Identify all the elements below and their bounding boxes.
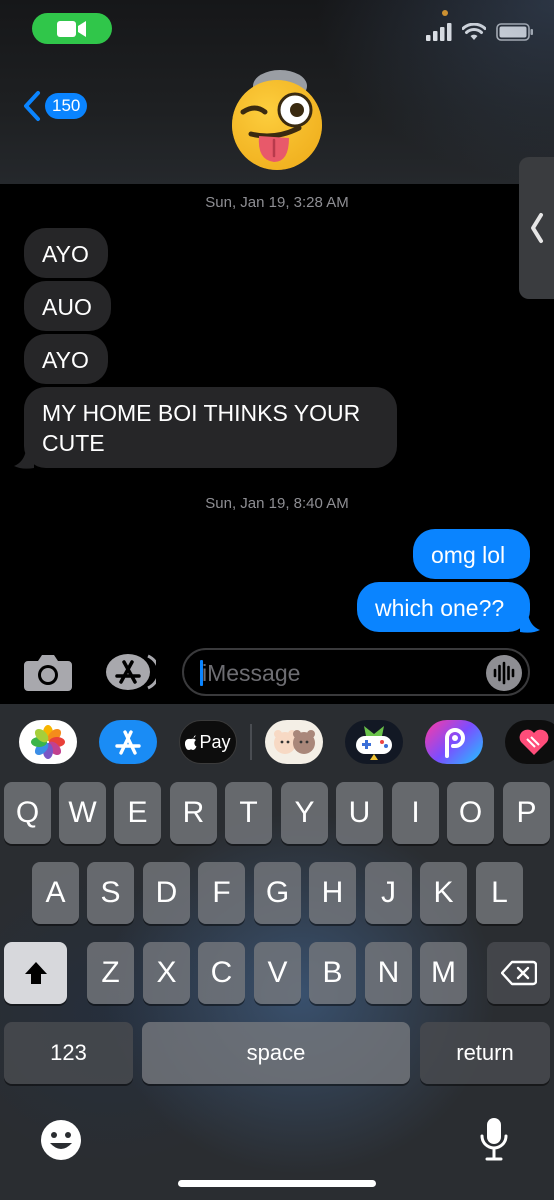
key-t[interactable]: T — [225, 782, 272, 844]
chevron-left-icon — [530, 213, 543, 243]
game-controller-icon — [356, 726, 392, 760]
cellular-signal-icon — [426, 23, 452, 41]
emoji-keyboard-icon[interactable] — [40, 1119, 82, 1161]
picsart-app-button[interactable] — [425, 720, 483, 764]
key-e[interactable]: E — [114, 782, 161, 844]
incoming-message-bubble[interactable]: AUO — [24, 281, 111, 331]
key-d[interactable]: D — [143, 862, 190, 924]
apple-logo-icon — [185, 734, 197, 750]
app-store-icon — [115, 730, 141, 755]
space-key[interactable]: space — [142, 1022, 410, 1084]
incoming-message-bubble[interactable]: MY HOME BOI THINKS YOUR CUTE — [24, 387, 397, 468]
message-input[interactable]: iMessage — [182, 648, 530, 696]
keyboard-area: Pay Q W E R T Y U I O P A S D F G H J K … — [0, 704, 554, 1200]
imessage-apps-drawer: Pay — [0, 704, 554, 780]
heart-icon — [519, 729, 549, 755]
outgoing-message-bubble[interactable]: omg lol — [413, 529, 530, 579]
message-tail — [14, 450, 34, 469]
photos-icon — [31, 725, 65, 759]
return-key[interactable]: return — [420, 1022, 550, 1084]
waveform-icon — [493, 661, 515, 685]
numbers-key[interactable]: 123 — [4, 1022, 133, 1084]
key-z[interactable]: Z — [87, 942, 134, 1004]
message-input-placeholder: iMessage — [202, 660, 301, 686]
app-store-button[interactable] — [104, 652, 156, 692]
conversation-header: 150 — [0, 0, 554, 184]
photos-app-button[interactable] — [19, 720, 77, 764]
status-icons — [426, 22, 534, 42]
video-camera-icon — [57, 20, 86, 37]
incoming-message-bubble[interactable]: AYO — [24, 334, 108, 384]
key-n[interactable]: N — [365, 942, 412, 1004]
back-button[interactable]: 150 — [22, 90, 88, 122]
chevron-left-icon — [24, 91, 40, 121]
winking-face-with-tongue-icon — [232, 70, 322, 170]
key-u[interactable]: U — [336, 782, 383, 844]
unread-count-badge: 150 — [45, 93, 88, 119]
hearts-sticker-button[interactable] — [505, 720, 554, 764]
key-j[interactable]: J — [365, 862, 412, 924]
picsart-icon — [445, 728, 465, 758]
key-s[interactable]: S — [87, 862, 134, 924]
key-l[interactable]: L — [476, 862, 523, 924]
key-r[interactable]: R — [170, 782, 217, 844]
key-b[interactable]: B — [309, 942, 356, 1004]
backspace-icon — [500, 960, 537, 986]
key-y[interactable]: Y — [281, 782, 328, 844]
key-g[interactable]: G — [254, 862, 301, 924]
message-timestamp: Sun, Jan 19, 8:40 AM — [205, 495, 349, 512]
outgoing-message-bubble[interactable]: which one?? — [357, 582, 530, 632]
key-p[interactable]: P — [503, 782, 550, 844]
delete-key[interactable] — [487, 942, 550, 1004]
sticker-pack-button[interactable] — [265, 720, 323, 764]
app-store-app-button[interactable] — [99, 720, 157, 764]
game-app-button[interactable] — [345, 720, 403, 764]
privacy-indicator-dot — [442, 10, 448, 16]
shift-key[interactable] — [4, 942, 67, 1004]
key-c[interactable]: C — [198, 942, 245, 1004]
key-x[interactable]: X — [143, 942, 190, 1004]
camera-icon[interactable] — [24, 653, 72, 691]
key-f[interactable]: F — [198, 862, 245, 924]
key-o[interactable]: O — [447, 782, 494, 844]
key-k[interactable]: K — [420, 862, 467, 924]
key-v[interactable]: V — [254, 942, 301, 1004]
audio-message-button[interactable] — [486, 655, 522, 691]
apple-pay-label: Pay — [199, 731, 231, 752]
key-a[interactable]: A — [32, 862, 79, 924]
dictation-mic-icon[interactable] — [480, 1116, 508, 1162]
key-w[interactable]: W — [59, 782, 106, 844]
key-h[interactable]: H — [309, 862, 356, 924]
side-panel-handle[interactable] — [519, 157, 554, 299]
incoming-message-bubble[interactable]: AYO — [24, 228, 108, 278]
apple-pay-app-button[interactable]: Pay — [179, 720, 237, 764]
key-m[interactable]: M — [420, 942, 467, 1004]
wifi-icon — [462, 23, 486, 40]
message-tail — [520, 614, 540, 633]
key-q[interactable]: Q — [4, 782, 51, 844]
apps-divider — [250, 724, 252, 760]
compose-bar: iMessage — [0, 640, 554, 704]
message-timestamp: Sun, Jan 19, 3:28 AM — [205, 194, 349, 211]
home-indicator[interactable] — [178, 1180, 376, 1187]
facetime-pill[interactable] — [32, 13, 112, 44]
contact-avatar[interactable] — [229, 68, 327, 172]
key-i[interactable]: I — [392, 782, 439, 844]
shift-arrow-icon — [24, 962, 47, 984]
battery-icon — [496, 23, 533, 41]
bear-sticker-icon — [274, 730, 315, 754]
